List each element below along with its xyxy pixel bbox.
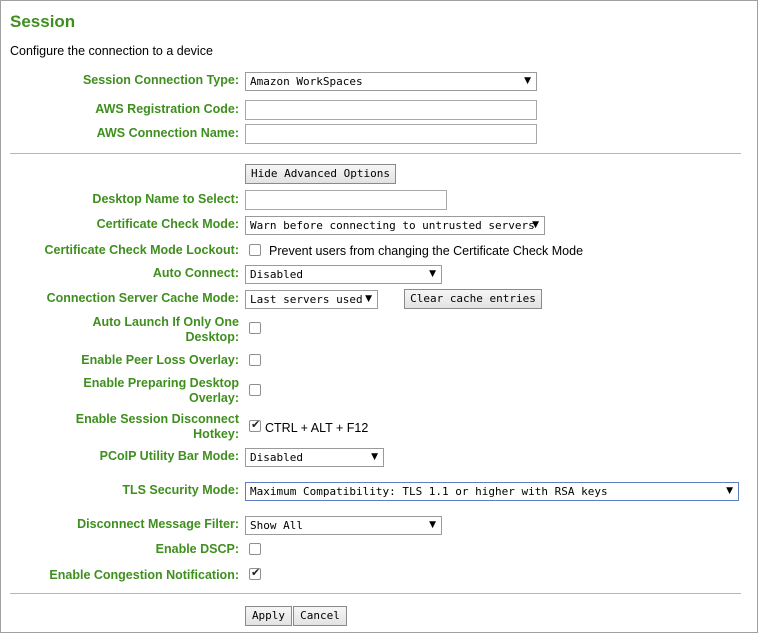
divider <box>10 593 741 594</box>
hide-advanced-options-button[interactable]: Hide Advanced Options <box>245 164 396 184</box>
connection-server-cache-mode-select[interactable]: Last servers used ▼ <box>245 290 378 309</box>
tls-security-mode-select[interactable]: Maximum Compatibility: TLS 1.1 or higher… <box>245 482 739 501</box>
preparing-desktop-overlay-label-line1: Enable Preparing Desktop <box>83 376 239 390</box>
certificate-check-mode-lockout-text: Prevent users from changing the Certific… <box>269 244 584 258</box>
certificate-check-mode-lockout-label: Certificate Check Mode Lockout: <box>44 243 239 257</box>
page-subtitle: Configure the connection to a device <box>10 44 213 58</box>
auto-launch-label: Auto Launch If Only One Desktop: <box>39 315 239 345</box>
session-panel: Session Configure the connection to a de… <box>0 0 758 633</box>
preparing-desktop-overlay-checkbox[interactable] <box>249 384 261 396</box>
connection-server-cache-mode-label: Connection Server Cache Mode: <box>46 291 239 305</box>
auto-launch-label-line2: Desktop: <box>185 330 239 344</box>
pcoip-utility-bar-mode-select[interactable]: Disabled ▼ <box>245 448 384 467</box>
auto-connect-value: Disabled <box>250 268 303 281</box>
tls-security-mode-label: TLS Security Mode: <box>122 483 239 497</box>
aws-registration-code-label: AWS Registration Code: <box>95 102 239 116</box>
peer-loss-overlay-checkbox[interactable] <box>249 354 261 366</box>
peer-loss-overlay-label: Enable Peer Loss Overlay: <box>81 353 239 367</box>
clear-cache-entries-button[interactable]: Clear cache entries <box>404 289 542 309</box>
apply-button[interactable]: Apply <box>245 606 292 626</box>
enable-congestion-notification-checkbox[interactable]: ✔ <box>249 566 261 580</box>
triangle-down-icon: ▼ <box>726 486 733 496</box>
enable-congestion-notification-label: Enable Congestion Notification: <box>49 568 239 582</box>
aws-connection-name-label: AWS Connection Name: <box>96 126 239 140</box>
pcoip-utility-bar-mode-value: Disabled <box>250 451 303 464</box>
enable-dscp-label: Enable DSCP: <box>155 542 239 556</box>
disconnect-message-filter-value: Show All <box>250 519 303 532</box>
session-connection-type-label: Session Connection Type: <box>82 73 239 87</box>
certificate-check-mode-label: Certificate Check Mode: <box>96 217 239 231</box>
triangle-down-icon: ▼ <box>371 452 378 462</box>
session-connection-type-value: Amazon WorkSpaces <box>250 75 363 88</box>
desktop-name-label: Desktop Name to Select: <box>92 192 239 206</box>
session-connection-type-select[interactable]: Amazon WorkSpaces ▼ <box>245 72 537 91</box>
triangle-down-icon: ▼ <box>524 76 531 86</box>
enable-dscp-checkbox[interactable] <box>249 543 261 555</box>
session-disconnect-hotkey-checkbox[interactable]: ✔ <box>249 418 261 432</box>
auto-connect-label: Auto Connect: <box>152 266 239 280</box>
check-icon: ✔ <box>251 566 261 579</box>
session-disconnect-hotkey-text: CTRL + ALT + F12 <box>265 421 369 435</box>
pcoip-utility-bar-mode-label: PCoIP Utility Bar Mode: <box>99 449 239 463</box>
aws-registration-code-input[interactable] <box>245 100 537 120</box>
aws-connection-name-input[interactable] <box>245 124 537 144</box>
desktop-name-input[interactable] <box>245 190 447 210</box>
check-icon: ✔ <box>251 418 261 431</box>
triangle-down-icon: ▼ <box>365 294 372 304</box>
auto-connect-select[interactable]: Disabled ▼ <box>245 265 442 284</box>
disconnect-message-filter-select[interactable]: Show All ▼ <box>245 516 442 535</box>
certificate-check-mode-select[interactable]: Warn before connecting to untrusted serv… <box>245 216 545 235</box>
divider <box>10 153 741 154</box>
page-title: Session <box>10 12 76 31</box>
preparing-desktop-overlay-label-line2: Overlay: <box>188 391 239 405</box>
session-disconnect-hotkey-label-line1: Enable Session Disconnect <box>75 412 239 426</box>
disconnect-message-filter-label: Disconnect Message Filter: <box>77 517 239 531</box>
triangle-down-icon: ▼ <box>429 520 436 530</box>
tls-security-mode-value: Maximum Compatibility: TLS 1.1 or higher… <box>250 485 608 498</box>
triangle-down-icon: ▼ <box>429 269 436 279</box>
certificate-check-mode-lockout-checkbox[interactable] <box>249 244 261 256</box>
session-disconnect-hotkey-label-line2: Hotkey: <box>193 427 239 441</box>
cancel-button[interactable]: Cancel <box>293 606 347 626</box>
session-disconnect-hotkey-label: Enable Session Disconnect Hotkey: <box>39 412 239 442</box>
connection-server-cache-mode-value: Last servers used <box>250 293 363 306</box>
triangle-down-icon: ▼ <box>532 220 539 230</box>
preparing-desktop-overlay-label: Enable Preparing Desktop Overlay: <box>39 376 239 406</box>
auto-launch-label-line1: Auto Launch If Only One <box>92 315 239 329</box>
certificate-check-mode-value: Warn before connecting to untrusted serv… <box>250 219 535 232</box>
auto-launch-checkbox[interactable] <box>249 322 261 334</box>
